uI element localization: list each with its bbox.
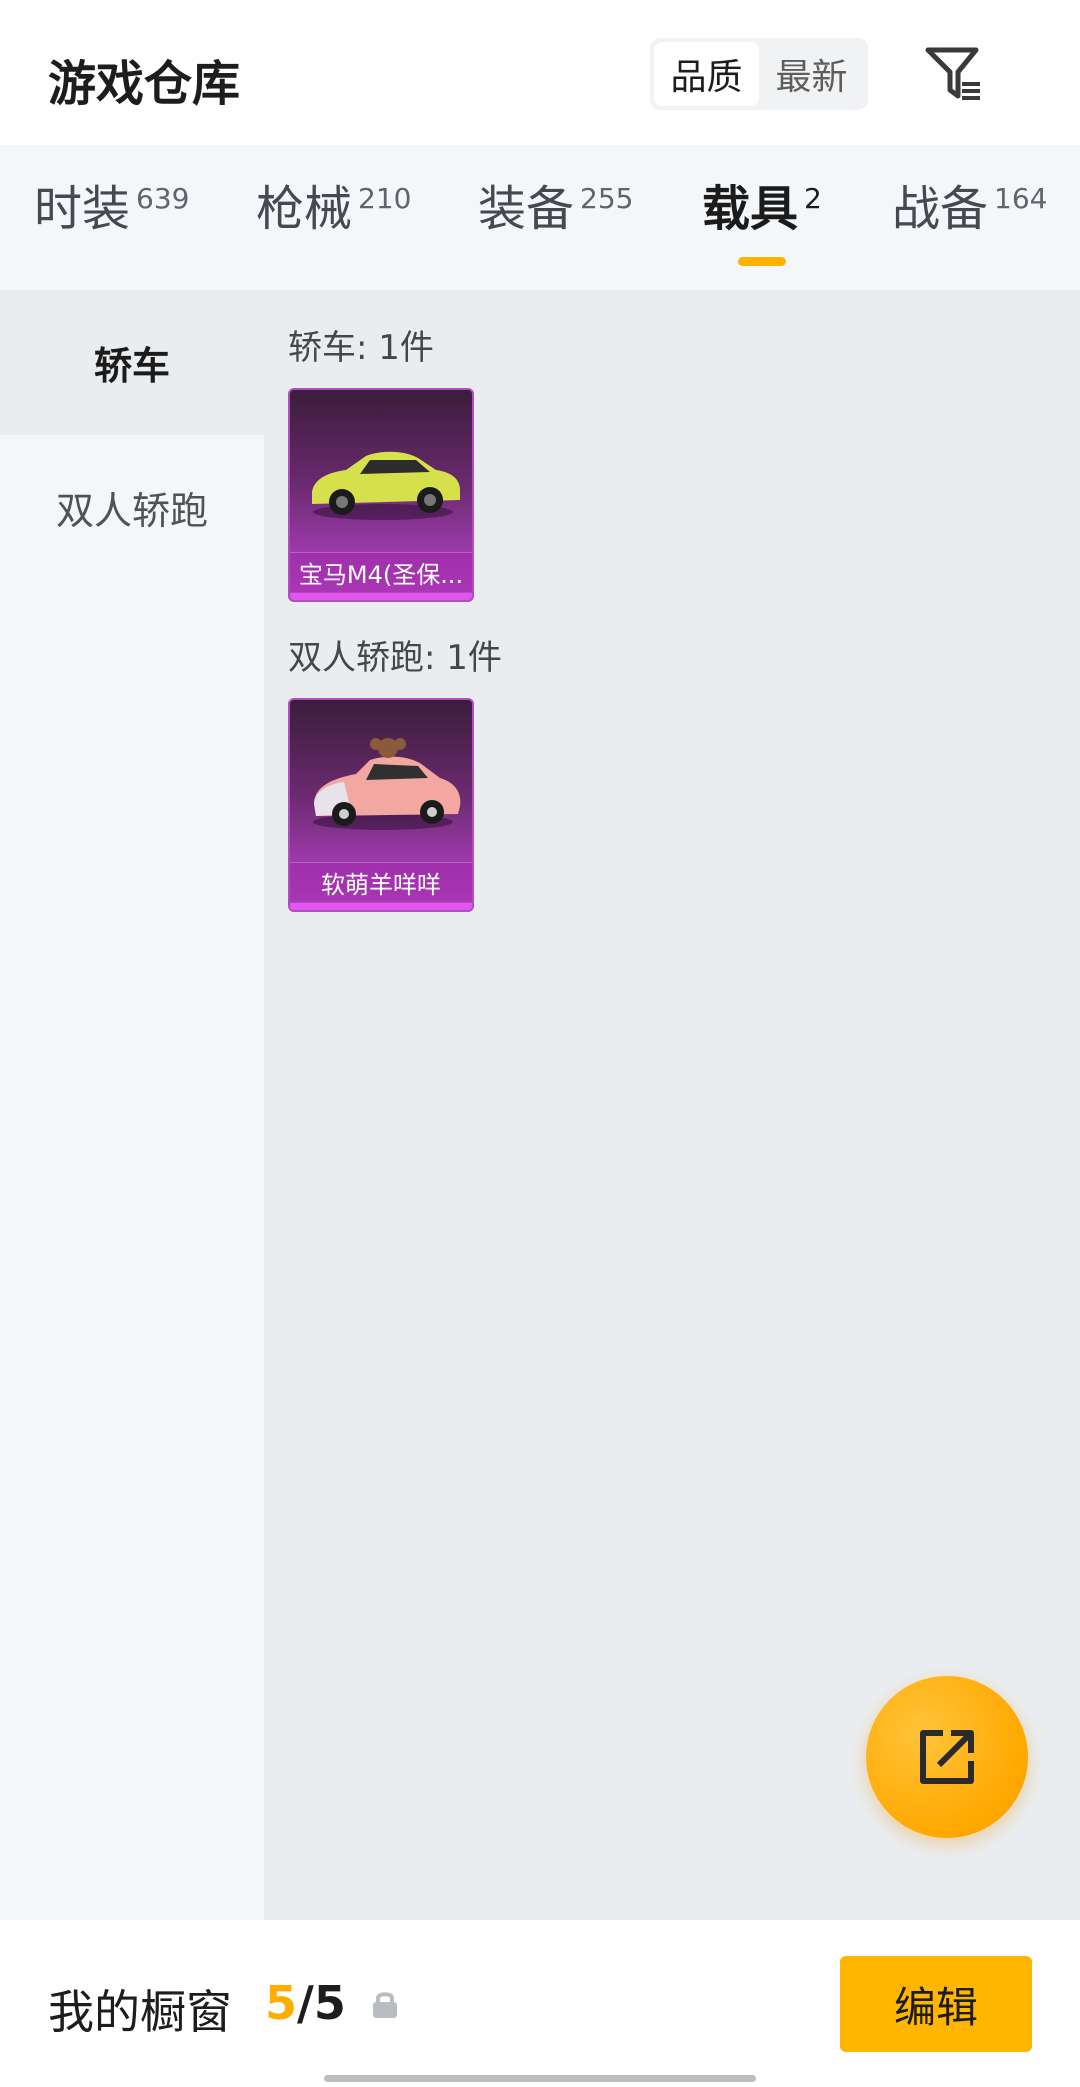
lock-icon — [373, 1992, 397, 2018]
home-indicator — [324, 2075, 756, 2082]
edit-button[interactable]: 编辑 — [840, 1956, 1032, 2052]
sort-option-newest[interactable]: 最新 — [759, 42, 864, 106]
filter-button[interactable] — [918, 38, 990, 110]
item-name: 软萌羊咩咩 — [290, 862, 472, 902]
item-grid: 轿车: 1件 宝马M4(圣保... 双人轿跑: 1件 软萌羊咩咩 — [264, 290, 1080, 1920]
tab-label: 装备 — [478, 181, 575, 237]
tab-count: 255 — [580, 182, 634, 215]
showcase-count: 5/5 — [265, 1976, 346, 2030]
car-image — [312, 451, 460, 520]
showcase-label: 我的橱窗 — [48, 1985, 232, 2039]
showcase-total: 5 — [313, 1976, 346, 2030]
tab-count: 164 — [994, 182, 1048, 215]
item-card[interactable]: 宝马M4(圣保... — [288, 388, 474, 602]
tab-label: 载具 — [702, 181, 799, 237]
group-title-coupe: 双人轿跑: 1件 — [288, 638, 502, 678]
category-tabs: 时装 639 枪械 210 装备 255 载具 2 战备 164 — [0, 145, 1080, 290]
showcase-separator: / — [297, 1976, 314, 2030]
item-card[interactable]: 软萌羊咩咩 — [288, 698, 474, 912]
sort-option-quality[interactable]: 品质 — [654, 42, 759, 106]
car-image — [313, 738, 461, 830]
tab-label: 枪械 — [256, 181, 353, 237]
header: 游戏仓库 品质 最新 — [0, 0, 1080, 145]
tab-count: 210 — [358, 182, 412, 215]
tab-equipment[interactable]: 装备 255 — [478, 185, 633, 265]
tab-label: 战备 — [892, 181, 989, 237]
group-title-sedan: 轿车: 1件 — [288, 328, 434, 368]
sidebar-item-sedan[interactable]: 轿车 — [0, 290, 264, 435]
sidebar-item-coupe[interactable]: 双人轿跑 — [0, 435, 264, 580]
tab-count: 2 — [804, 182, 822, 215]
tab-count: 639 — [136, 182, 190, 215]
page-title: 游戏仓库 — [48, 56, 241, 112]
share-button[interactable] — [866, 1676, 1028, 1838]
active-tab-indicator — [738, 257, 786, 266]
sidebar: 轿车 双人轿跑 — [0, 290, 264, 1920]
tab-guns[interactable]: 枪械 210 — [256, 185, 411, 265]
tab-vehicles[interactable]: 载具 2 — [702, 185, 822, 265]
showcase-current: 5 — [265, 1976, 298, 2030]
share-icon — [920, 1730, 974, 1784]
tab-supplies[interactable]: 战备 164 — [892, 185, 1047, 265]
filter-icon — [925, 47, 980, 100]
tab-label: 时装 — [34, 181, 131, 237]
sort-toggle[interactable]: 品质 最新 — [650, 38, 868, 110]
tab-fashion[interactable]: 时装 639 — [34, 185, 189, 265]
item-name: 宝马M4(圣保... — [290, 552, 472, 592]
bottom-bar: 我的橱窗 5/5 编辑 — [0, 1920, 1080, 2087]
